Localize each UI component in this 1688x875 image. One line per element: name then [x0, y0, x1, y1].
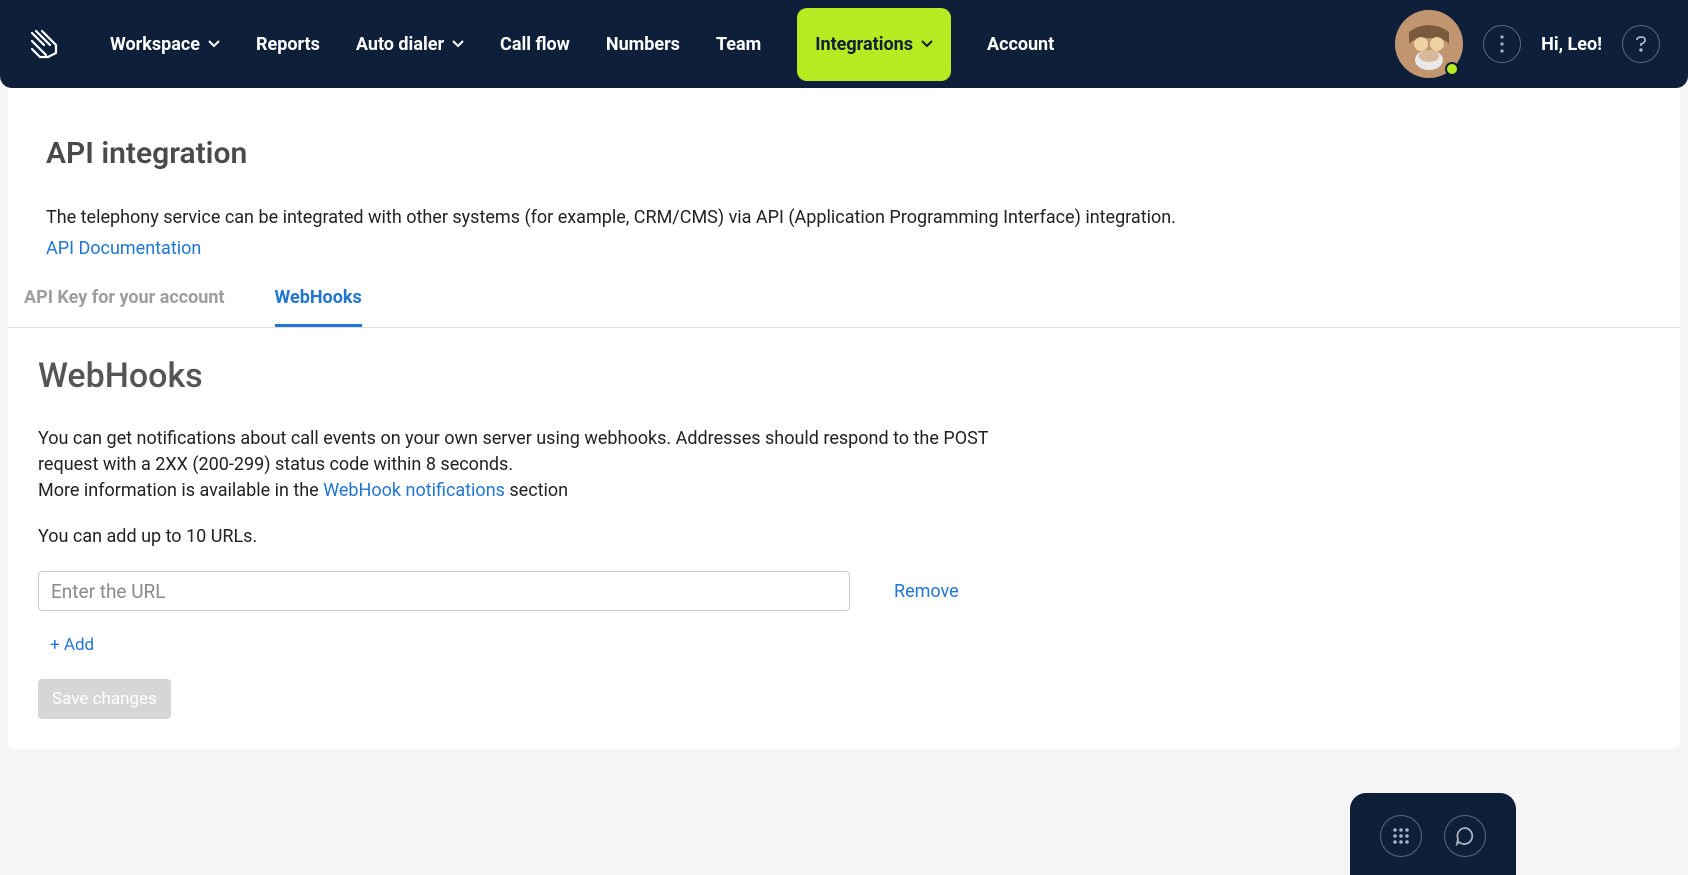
page-header: API integration The telephony service ca… — [8, 136, 1680, 259]
more-menu-button[interactable] — [1483, 25, 1521, 63]
tab-api-key[interactable]: API Key for your account — [24, 287, 225, 327]
nav-workspace[interactable]: Workspace — [110, 34, 220, 55]
nav-reports[interactable]: Reports — [256, 34, 320, 55]
api-documentation-link[interactable]: API Documentation — [46, 238, 201, 259]
integration-tabs: API Key for your account WebHooks — [8, 287, 1680, 328]
chevron-down-icon — [452, 40, 464, 48]
section-title: WebHooks — [38, 356, 1650, 396]
tab-webhooks[interactable]: WebHooks — [275, 287, 362, 327]
nav-callflow[interactable]: Call flow — [500, 34, 570, 55]
bottom-toolbar-widget — [1350, 793, 1516, 875]
dialpad-button[interactable] — [1380, 815, 1422, 857]
nav-numbers[interactable]: Numbers — [606, 34, 680, 55]
page-description: The telephony service can be integrated … — [46, 207, 1642, 228]
chevron-down-icon — [208, 40, 220, 48]
webhook-url-row: Remove — [38, 571, 1650, 611]
question-mark-icon — [1636, 36, 1646, 52]
webhook-notifications-link[interactable]: WebHook notifications — [323, 480, 505, 501]
page-title: API integration — [46, 136, 1642, 171]
webhook-url-input[interactable] — [38, 571, 850, 611]
brand-logo-icon — [28, 27, 62, 61]
online-status-dot — [1445, 62, 1459, 76]
webhooks-description: You can get notifications about call eve… — [38, 426, 998, 504]
nav-team[interactable]: Team — [716, 34, 761, 55]
help-button[interactable] — [1622, 25, 1660, 63]
nav-integrations-label: Integrations — [815, 34, 913, 55]
user-avatar[interactable] — [1395, 10, 1463, 78]
webhooks-section: WebHooks You can get notifications about… — [8, 328, 1680, 719]
dialpad-icon — [1392, 827, 1410, 845]
main-content-card: API integration The telephony service ca… — [8, 88, 1680, 749]
main-nav: Workspace Reports Auto dialer Call flow … — [110, 8, 1054, 81]
add-url-link[interactable]: + Add — [50, 635, 94, 655]
remove-url-link[interactable]: Remove — [894, 581, 959, 602]
user-greeting: Hi, Leo! — [1541, 34, 1602, 55]
dots-vertical-icon — [1500, 35, 1504, 53]
url-limit-text: You can add up to 10 URLs. — [38, 526, 1650, 547]
chat-button[interactable] — [1444, 815, 1486, 857]
chevron-down-icon — [921, 40, 933, 48]
chat-bubble-icon — [1455, 826, 1475, 846]
top-navigation-bar: Workspace Reports Auto dialer Call flow … — [0, 0, 1688, 88]
nav-workspace-label: Workspace — [110, 34, 200, 55]
nav-autodialer[interactable]: Auto dialer — [356, 34, 464, 55]
save-changes-button[interactable]: Save changes — [38, 679, 171, 719]
topbar-right: Hi, Leo! — [1395, 10, 1660, 78]
nav-integrations[interactable]: Integrations — [797, 8, 951, 81]
nav-autodialer-label: Auto dialer — [356, 34, 444, 55]
nav-account[interactable]: Account — [987, 34, 1054, 55]
